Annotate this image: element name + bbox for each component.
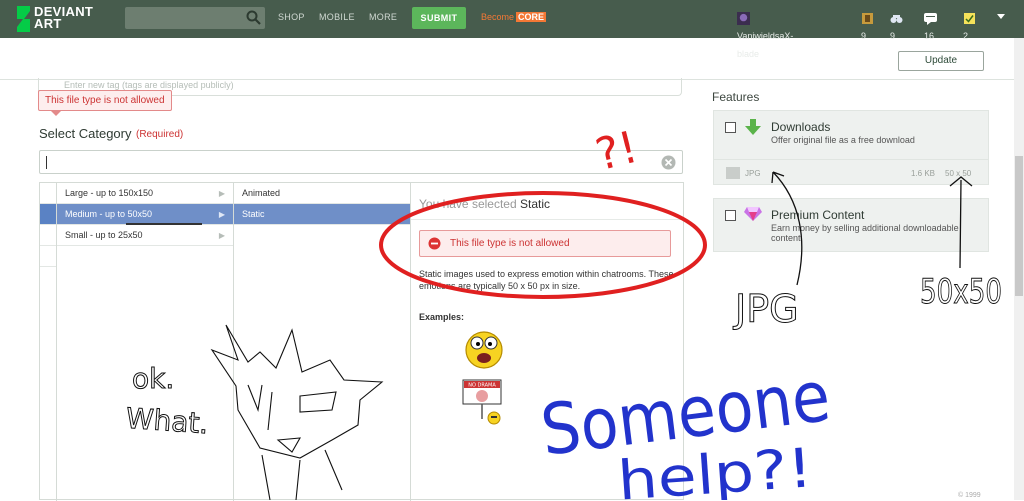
file-type: JPG: [745, 169, 761, 178]
binoculars-count: 9: [890, 31, 896, 41]
deviantart-logo-mark: [17, 6, 30, 32]
picker-root-column: [40, 183, 57, 501]
picker-root-row[interactable]: [40, 183, 56, 204]
category-static[interactable]: Static: [234, 204, 410, 225]
notes-count: 16: [924, 31, 935, 41]
size-annotation: 50x50: [920, 272, 1002, 312]
select-category-label: Select Category: [39, 126, 132, 141]
downloads-description: Offer original file as a free download: [771, 135, 915, 145]
file-type-error: This file type is not allowed: [419, 230, 671, 257]
file-thumbnail-icon: [726, 167, 740, 179]
top-navigation-bar: DEVIANT ART SHOP MOBILE MORE SUBMIT Beco…: [0, 0, 1024, 59]
selected-category-heading: You have selected Static: [419, 197, 550, 211]
message-stat[interactable]: 2: [963, 9, 979, 41]
premium-content-checkbox[interactable]: [725, 210, 736, 221]
picker-root-row[interactable]: [40, 246, 56, 267]
selected-prefix: You have selected: [419, 197, 517, 211]
binoculars-stat[interactable]: 9: [890, 9, 906, 41]
shocked-emoticon: [465, 331, 503, 369]
username: VaniwieldsaX-blade: [737, 31, 794, 59]
category-small[interactable]: Small - up to 25x50 ▶: [57, 225, 233, 246]
message-icon: [964, 13, 975, 25]
watch-count: 9: [861, 31, 867, 41]
scrollbar-thumb[interactable]: [1015, 156, 1023, 296]
deviantart-logo[interactable]: DEVIANT ART: [12, 4, 112, 34]
category-medium[interactable]: Medium - up to 50x50 ▶: [57, 204, 233, 225]
binoculars-icon: [890, 15, 903, 24]
chevron-right-icon: ▶: [218, 189, 225, 198]
examples-label: Examples:: [419, 312, 465, 322]
category-detail-panel: You have selected Static This file type …: [411, 183, 683, 501]
required-label: (Required): [136, 129, 184, 140]
category-search-input[interactable]: [39, 150, 683, 174]
watch-stat[interactable]: 9: [861, 9, 877, 41]
downloads-title: Downloads: [771, 120, 831, 134]
no-drama-emoticon: NO DRAMA: [462, 379, 502, 425]
become-core-link[interactable]: Become CORE: [481, 12, 547, 22]
premium-content-title: Premium Content: [771, 208, 865, 222]
message-count: 2: [963, 31, 969, 41]
chevron-down-icon[interactable]: [997, 12, 1005, 20]
nav-shop[interactable]: SHOP: [278, 12, 305, 22]
category-label: Small - up to 25x50: [65, 230, 143, 240]
category-picker: Large - up to 150x150 ▶ Medium - up to 50…: [39, 182, 684, 501]
features-label: Features: [712, 90, 760, 104]
search-input[interactable]: [125, 7, 265, 29]
become-label: Become: [481, 12, 515, 22]
notes-stat[interactable]: 16: [924, 9, 940, 41]
notes-icon: [924, 13, 937, 26]
category-label: Animated: [242, 188, 281, 198]
file-size: 1.6 KB: [911, 169, 936, 178]
text-caret: [46, 156, 47, 169]
picker-root-row-selected[interactable]: [40, 204, 56, 225]
gem-icon: [744, 207, 762, 221]
picker-type-column: Animated Static: [234, 183, 411, 501]
category-large[interactable]: Large - up to 150x150 ▶: [57, 183, 233, 204]
logo-word-2: ART: [34, 16, 62, 31]
logo-wordmark: DEVIANT ART: [34, 5, 93, 31]
download-arrow-icon: [745, 119, 761, 135]
search-icon[interactable]: [246, 10, 261, 25]
divider: [411, 219, 683, 220]
file-dimensions: 50 x 50: [945, 169, 972, 178]
jpg-annotation: JPG: [733, 287, 799, 331]
selected-value: Static: [519, 197, 550, 211]
clear-icon[interactable]: [661, 155, 676, 170]
chevron-right-icon: ▶: [218, 210, 225, 219]
update-button[interactable]: Update: [898, 51, 984, 71]
category-label: Static: [242, 209, 265, 219]
premium-content-feature: Premium Content Earn money by selling ad…: [713, 198, 989, 252]
category-label: Large - up to 150x150: [65, 188, 154, 198]
error-message: This file type is not allowed: [450, 238, 570, 249]
downloads-feature: Downloads Offer original file as a free …: [713, 110, 989, 185]
scrollbar[interactable]: [1014, 38, 1024, 500]
downloads-checkbox[interactable]: [725, 122, 736, 133]
error-icon: [428, 237, 441, 250]
chevron-right-icon: ▶: [218, 231, 225, 240]
footer-copyright: © 1999: [958, 492, 981, 499]
premium-content-description: Earn money by selling additional downloa…: [771, 223, 959, 243]
download-file-info: JPG 1.6 KB 50 x 50: [714, 159, 988, 186]
submit-button[interactable]: SUBMIT: [412, 7, 466, 29]
nav-mobile[interactable]: MOBILE: [319, 12, 355, 22]
category-animated[interactable]: Animated: [234, 183, 410, 204]
nav-more[interactable]: MORE: [369, 12, 397, 22]
selection-underline: [126, 223, 202, 225]
picker-size-column: Large - up to 150x150 ▶ Medium - up to 50…: [57, 183, 234, 501]
avatar: [737, 12, 750, 26]
core-badge: CORE: [516, 12, 547, 22]
sign-text: NO DRAMA: [468, 383, 496, 389]
tag-error-tooltip: This file type is not allowed: [38, 90, 172, 116]
user-menu[interactable]: VaniwieldsaX-blade: [737, 9, 793, 59]
watch-icon: [862, 13, 873, 25]
picker-root-row[interactable]: [40, 225, 56, 246]
category-label: Medium - up to 50x50: [65, 209, 153, 219]
category-description: Static images used to express emotion wi…: [419, 269, 674, 291]
